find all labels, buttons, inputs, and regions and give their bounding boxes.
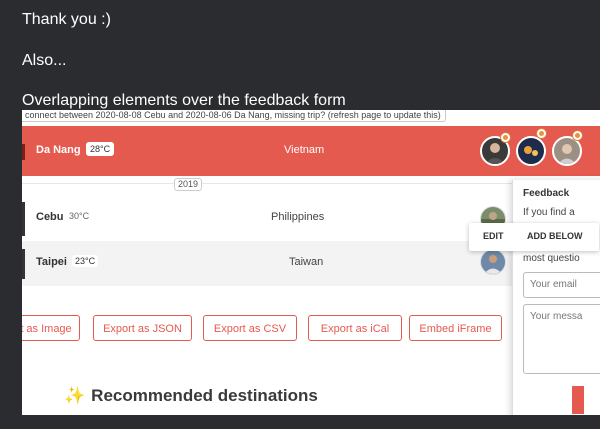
row-indicator (22, 249, 25, 279)
feedback-title: Feedback (523, 188, 570, 199)
recommended-heading: ✨ Recommended destinations (64, 386, 318, 406)
avatar-badge-icon (536, 128, 547, 139)
feedback-email-input[interactable]: Your email (523, 272, 600, 298)
embed-iframe-button[interactable]: Embed iFrame (409, 315, 502, 341)
row-indicator (22, 202, 25, 236)
export-json-button[interactable]: Export as JSON (93, 315, 192, 341)
avatar[interactable] (516, 136, 546, 166)
message-line-3: Overlapping elements over the feedback f… (22, 92, 346, 109)
feedback-panel: Feedback If you find a most questio Your… (512, 180, 600, 415)
trip-row-taipei[interactable]: Taipei 23°C Taiwan (22, 241, 514, 286)
temperature-badge: 23°C (72, 255, 99, 267)
city-name: Taipei (36, 256, 67, 268)
missing-trip-tooltip: connect between 2020-08-08 Cebu and 2020… (22, 110, 446, 122)
country-name: Taiwan (289, 256, 324, 268)
export-image-button[interactable]: t as Image (22, 315, 80, 341)
temperature-badge: 30°C (69, 211, 90, 221)
export-ical-button[interactable]: Export as iCal (308, 315, 402, 341)
trip-row-da-nang[interactable]: Da Nang 28°C Vietnam (22, 126, 600, 176)
avatar[interactable] (480, 249, 506, 275)
avatar-badge-icon (500, 132, 511, 143)
avatar-badge-icon (572, 130, 583, 141)
trip-row-cebu[interactable]: Cebu 30°C Philippines (22, 196, 514, 242)
message-line-2: Also... (22, 52, 67, 69)
year-label: 2019 (174, 178, 203, 191)
feedback-message-input[interactable]: Your messa (523, 304, 600, 374)
year-divider (22, 183, 522, 184)
city-name: Da Nang (36, 144, 81, 156)
edit-button[interactable]: EDIT (483, 231, 504, 241)
sparkles-icon: ✨ (64, 386, 86, 405)
feedback-text-2: most questio (523, 253, 580, 264)
country-name: Philippines (271, 211, 325, 223)
recommended-title: Recommended destinations (91, 386, 318, 405)
temperature-badge: 28°C (86, 142, 115, 156)
message-line-1: Thank you :) (22, 11, 111, 28)
add-below-button[interactable]: ADD BELOW (527, 231, 583, 241)
feedback-text-1: If you find a (523, 207, 575, 218)
row-edit-menu: EDIT ADD BELOW (469, 223, 599, 251)
feedback-submit-button[interactable] (572, 386, 584, 414)
country-name: Vietnam (284, 144, 325, 156)
row-indicator (22, 144, 25, 160)
embedded-screenshot: connect between 2020-08-08 Cebu and 2020… (22, 110, 600, 415)
export-csv-button[interactable]: Export as CSV (203, 315, 297, 341)
city-name: Cebu (36, 211, 64, 223)
